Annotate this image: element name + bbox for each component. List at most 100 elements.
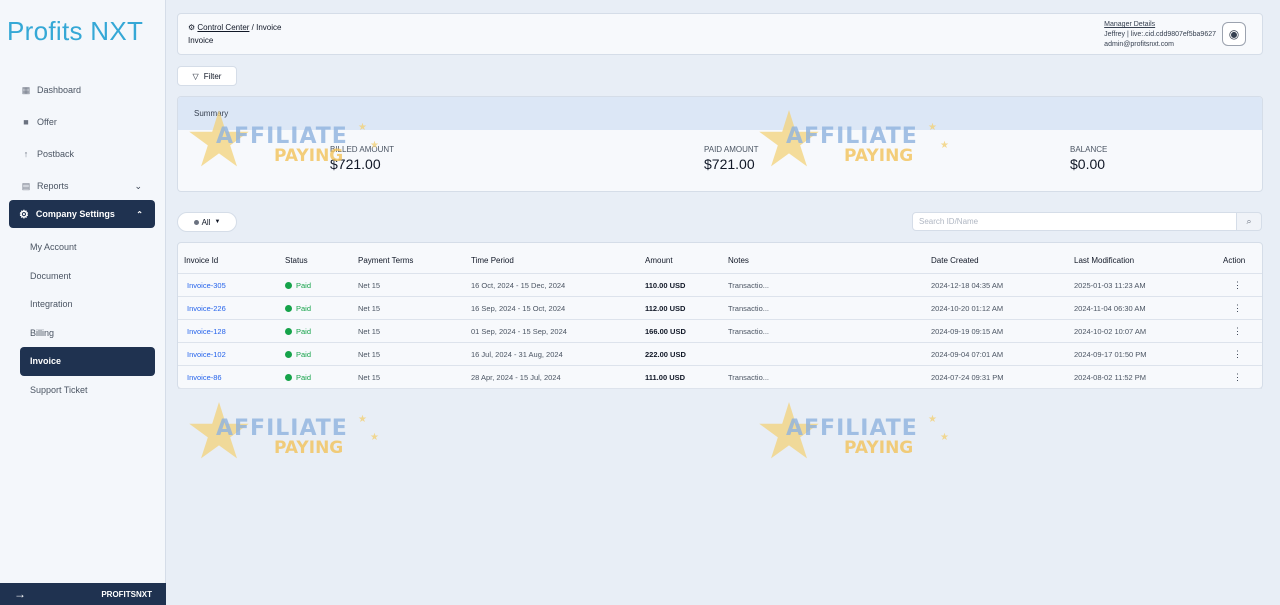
watermark-text: AFFILIATE [216,416,348,441]
page-header: ⚙ Control Center / Invoice Invoice Manag… [177,13,1263,55]
status-badge: Paid [296,280,312,290]
invoice-id-link[interactable]: Invoice-102 [187,343,226,365]
status-dot-icon [285,327,292,335]
invoice-table: Invoice Id Status Payment Terms Time Per… [177,242,1263,389]
notes-cell: Transactio... [728,372,769,382]
table-header-row: Invoice Id Status Payment Terms Time Per… [178,247,1262,274]
last-modification-cell: 2024-11-04 06:30 AM [1074,303,1146,313]
filter-icon: ▽ [192,71,199,81]
payment-terms-cell: Net 15 [358,372,381,382]
sidebar-item-postback[interactable]: ↑ Postback [0,138,166,170]
column-header-date-created[interactable]: Date Created [931,247,979,273]
status-cell: Paid [285,320,311,342]
column-header-amount[interactable]: Amount [645,247,673,273]
status-badge: Paid [296,349,312,359]
sidebar-item-invoice[interactable]: Invoice [20,347,155,376]
paid-amount-value: $721.00 [704,156,755,172]
status-filter-label: All [201,217,211,227]
watermark-logo: AFFILIATE PAYING ★ ★ [188,402,388,472]
sidebar: Profits NXT ▦ Dashboard ■ Offer ↑ Postba… [0,0,166,605]
breadcrumb-control-center[interactable]: Control Center [197,23,249,32]
notes-cell: Transactio... [728,303,769,313]
date-created-cell: 2024-09-19 09:15 AM [931,326,1004,336]
status-dot-icon [285,304,292,312]
sidebar-item-label: Postback [37,149,75,159]
gear-icon: ⚙ [19,208,29,221]
payment-terms-cell: Net 15 [358,349,381,359]
time-period-cell: 01 Sep, 2024 - 15 Sep, 2024 [471,326,567,336]
column-header-action: Action [1223,255,1246,265]
sidebar-item-label: Dashboard [37,85,82,95]
invoice-id-link[interactable]: Invoice-128 [187,320,226,342]
column-header-notes[interactable]: Notes [728,247,749,273]
sidebar-item-label: Reports [37,181,69,191]
last-modification-cell: 2024-08-02 11:52 PM [1074,372,1146,382]
billed-amount-stat: BILLED AMOUNT $721.00 [330,145,394,172]
table-row: Invoice-128 Paid Net 15 01 Sep, 2024 - 15 S… [178,320,1262,343]
summary-title: Summary [178,97,1262,130]
last-modification-cell: 2024-09-17 01:50 PM [1074,349,1147,359]
sidebar-item-my-account[interactable]: My Account [20,233,155,262]
sidebar-item-offer[interactable]: ■ Offer [0,106,166,138]
column-header-status[interactable]: Status [285,247,308,273]
status-dot-icon [193,219,199,225]
date-created-cell: 2024-12-18 04:35 AM [931,280,1004,290]
caret-down-icon: ▼ [214,219,221,225]
table-row: Invoice-102 Paid Net 15 16 Jul, 2024 - 31 A… [178,343,1262,366]
row-action-menu[interactable]: ⋮ [1233,297,1242,319]
star-icon: ★ [928,414,937,425]
summary-card: Summary BILLED AMOUNT $721.00 PAID AMOUN… [177,96,1263,192]
status-cell: Paid [285,297,311,319]
filter-button[interactable]: ▽ Filter [177,66,237,86]
row-action-menu[interactable]: ⋮ [1233,366,1242,388]
folder-icon: ■ [23,117,29,127]
date-created-cell: 2024-10-20 01:12 AM [931,303,1004,313]
reports-icon: ▤ [21,180,31,191]
status-dot-icon [285,350,292,358]
sidebar-item-support-ticket[interactable]: Support Ticket [20,376,155,405]
manager-details-title[interactable]: Manager Details [1104,20,1216,30]
watermark-text: AFFILIATE [786,416,918,441]
watermark-text: PAYING [844,438,914,458]
column-header-payment-terms[interactable]: Payment Terms [358,247,413,273]
date-created-cell: 2024-09-04 07:01 AM [931,349,1004,359]
balance-value: $0.00 [1070,156,1106,172]
status-badge: Paid [296,326,312,336]
brand-logo[interactable]: Profits NXT [7,16,143,47]
billed-amount-value: $721.00 [330,156,381,172]
row-action-menu[interactable]: ⋮ [1233,343,1242,365]
sidebar-item-billing[interactable]: Billing [20,319,155,348]
status-filter-dropdown[interactable]: All ▼ [177,212,237,232]
user-icon: ◉ [1228,27,1240,41]
sidebar-item-reports[interactable]: ▤ Reports ⌄ [0,170,166,202]
watermark-text: PAYING [274,438,344,458]
user-avatar-button[interactable]: ◉ [1222,22,1246,46]
sidebar-item-label: Offer [37,117,57,127]
company-settings-submenu: My Account Document Integration Billing … [20,233,155,404]
sidebar-item-integration[interactable]: Integration [20,290,155,319]
payment-terms-cell: Net 15 [358,280,381,290]
sidebar-footer[interactable]: → PROFITSNXT [0,583,166,605]
footer-brand: PROFITSNXT [101,589,152,599]
table-row: Invoice-86 Paid Net 15 28 Apr, 2024 - 15 Ju… [178,366,1262,389]
search-input[interactable] [912,212,1237,231]
sidebar-item-document[interactable]: Document [20,262,155,291]
sidebar-item-dashboard[interactable]: ▦ Dashboard [0,74,166,106]
invoice-id-link[interactable]: Invoice-226 [187,297,226,319]
column-header-last-modification[interactable]: Last Modification [1074,247,1134,273]
invoice-id-link[interactable]: Invoice-86 [187,366,222,388]
row-action-menu[interactable]: ⋮ [1233,320,1242,342]
sidebar-item-label: Company Settings [35,209,115,219]
paid-amount-stat: PAID AMOUNT $721.00 [704,145,759,172]
billed-amount-label: BILLED AMOUNT [330,145,395,154]
chevron-down-icon: ⌄ [134,180,142,191]
invoice-id-link[interactable]: Invoice-305 [187,274,226,296]
sidebar-item-company-settings[interactable]: ⚙ Company Settings ⌃ [9,200,155,228]
time-period-cell: 16 Sep, 2024 - 15 Oct, 2024 [471,303,566,313]
row-action-menu[interactable]: ⋮ [1233,274,1242,296]
search-button[interactable]: ⌕ [1237,212,1262,231]
column-header-time-period[interactable]: Time Period [471,247,514,273]
search-icon: ⌕ [1246,216,1252,226]
time-period-cell: 16 Oct, 2024 - 15 Dec, 2024 [471,280,566,290]
column-header-invoice-id[interactable]: Invoice Id [184,247,218,273]
